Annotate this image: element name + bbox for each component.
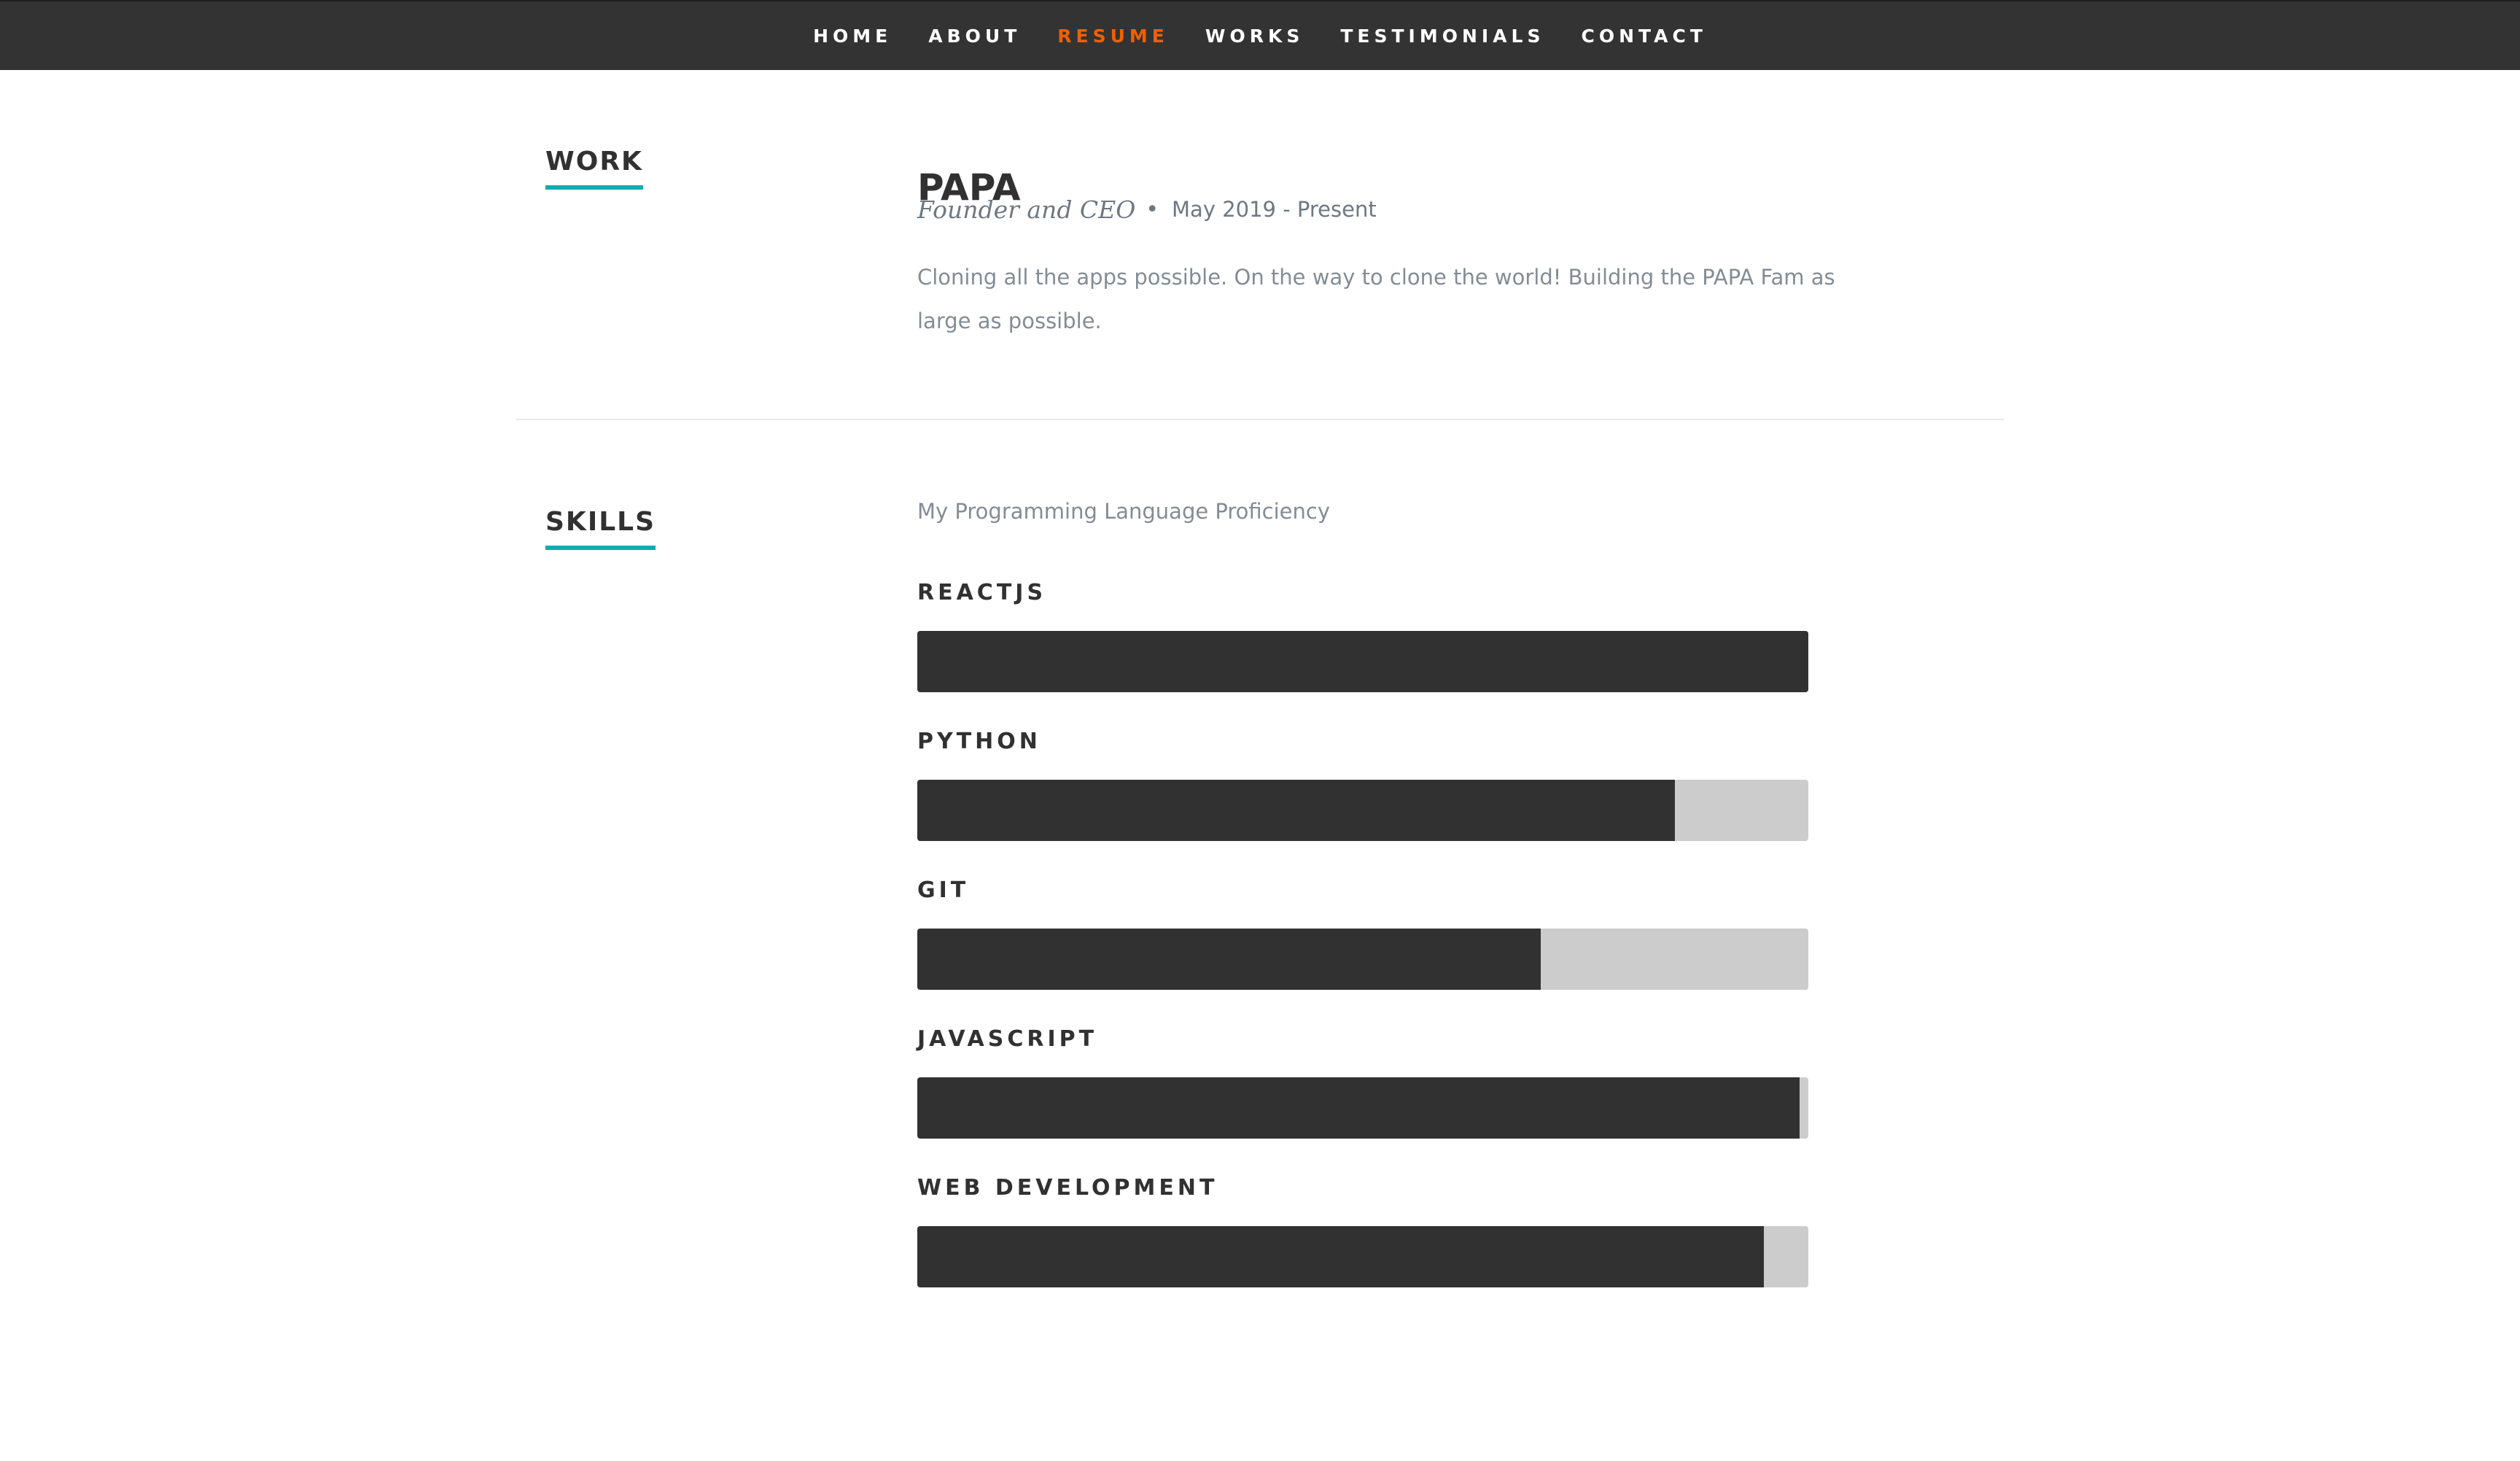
job-title: Founder and CEO [917,195,1136,224]
skill-bar-fill [917,780,1675,841]
skills-heading-text: SKILLS [545,507,656,537]
nav-resume-link[interactable]: RESUME [1057,26,1169,47]
skill-name: JAVASCRIPT [917,1026,1098,1052]
skills-intro: My Programming Language Proficiency [917,499,1331,524]
skills-heading-underline [545,546,656,550]
skill-bar-track [917,1077,1808,1139]
skill-item-web-development: WEB DEVELOPMENT [917,1171,1808,1320]
skill-bar-fill [917,631,1808,692]
skill-bar-track [917,780,1808,841]
nav-contact-link[interactable]: CONTACT [1581,26,1706,47]
skill-bar-fill [917,929,1541,990]
work-heading-underline [545,185,643,190]
skill-bar-fill [917,1077,1800,1139]
skill-item-javascript: JAVASCRIPT [917,1023,1808,1171]
skill-item-reactjs: REACTJS [917,576,1808,725]
skill-bar-track [917,1226,1808,1287]
nav-menu: HOME ABOUT RESUME WORKS TESTIMONIALS CON… [0,1,2520,70]
nav-home-link[interactable]: HOME [813,26,892,47]
work-section-heading: WORK [545,149,643,190]
skill-bar-fill [917,1226,1764,1287]
skill-bar-track [917,631,1808,692]
skill-name: PYTHON [917,729,1041,754]
work-heading-text: WORK [545,147,643,177]
section-divider [516,419,2004,420]
nav-works-link[interactable]: WORKS [1205,26,1304,47]
skills-list: REACTJS PYTHON GIT JAVASCRIPT WEB DEVELO… [917,576,1808,1320]
job-description: Cloning all the apps possible. On the wa… [917,265,1835,333]
info-separator: • [1146,196,1159,222]
skill-item-git: GIT [917,874,1808,1023]
nav-testimonials-link[interactable]: TESTIMONIALS [1340,26,1544,47]
skill-name: GIT [917,877,970,903]
skill-name: REACTJS [917,580,1047,605]
skill-name: WEB DEVELOPMENT [917,1175,1218,1201]
nav-about-link[interactable]: ABOUT [928,26,1021,47]
skill-bar-track [917,929,1808,990]
job-info-line: Founder and CEO • May 2019 - Present [917,191,1377,228]
skill-item-python: PYTHON [917,725,1808,874]
top-nav: HOME ABOUT RESUME WORKS TESTIMONIALS CON… [0,0,2520,70]
skills-section-heading: SKILLS [545,509,656,550]
job-date: May 2019 - Present [1172,197,1377,222]
